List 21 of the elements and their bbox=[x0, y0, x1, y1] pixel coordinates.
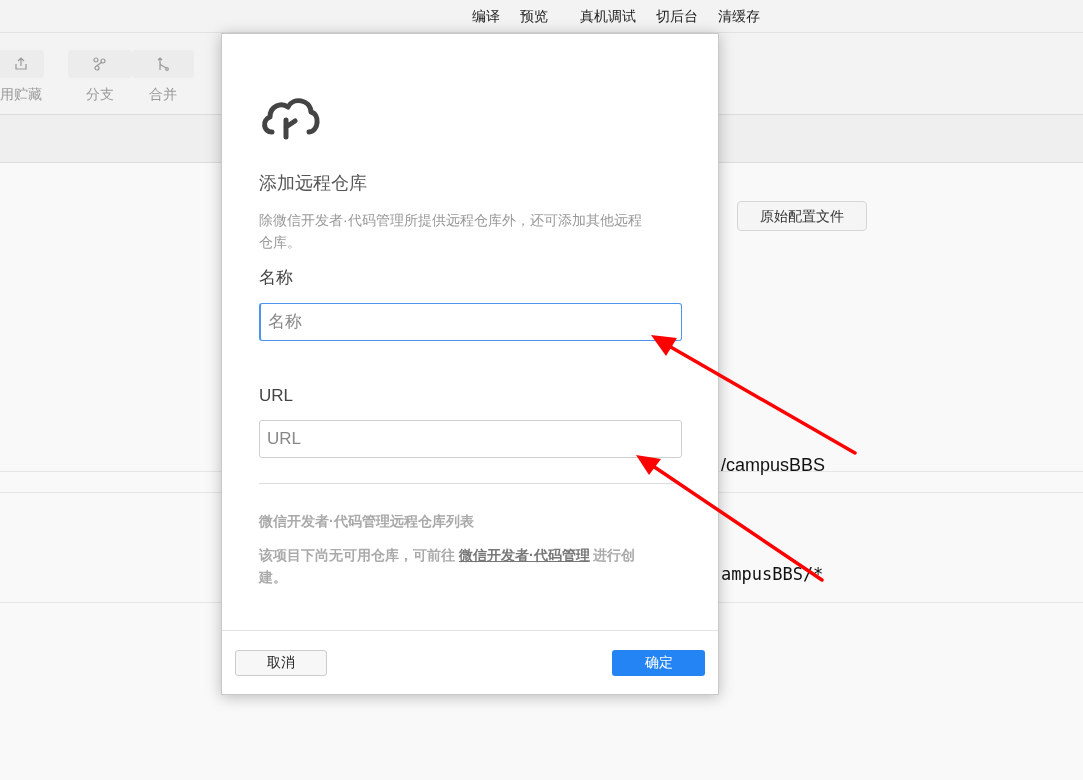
field-label: URL bbox=[259, 384, 294, 407]
input-field[interactable]: URL bbox=[259, 420, 682, 458]
list-title: 微信开发者·代码管理远程仓库列表 bbox=[259, 512, 475, 531]
remote-path-text: /campusBBS bbox=[721, 453, 826, 477]
code-management-link[interactable]: 微信开发者·代码管理 bbox=[458, 547, 590, 563]
toolbar-menu-item[interactable]: 切后台 bbox=[656, 5, 698, 27]
toolbar-menu-item[interactable]: 真机调试 bbox=[580, 5, 636, 27]
field-label: 名称 bbox=[259, 267, 294, 289]
toolbar-menu-item[interactable]: 编译 bbox=[472, 5, 500, 27]
toolbar-menu-item[interactable]: 清缓存 bbox=[718, 5, 760, 27]
branch-icon bbox=[92, 56, 108, 72]
dialog-description: 除微信开发者·代码管理所提供远程仓库外，还可添加其他远程仓库。 bbox=[259, 211, 643, 252]
config-button[interactable]: 原始配置文件 bbox=[737, 201, 867, 231]
input-field[interactable]: 名称 bbox=[259, 302, 682, 341]
empty-message: 该项目下尚无可用仓库，可前往 微信开发者·代码管理 进行创建。 bbox=[259, 546, 637, 587]
cancel-button[interactable]: 取消 bbox=[235, 649, 327, 676]
confirm-button[interactable]: 确定 bbox=[612, 649, 705, 676]
merge-icon bbox=[155, 56, 171, 72]
toolbar-menu-item[interactable]: 预览 bbox=[520, 5, 548, 27]
dialog-title: 添加远程仓库 bbox=[259, 172, 368, 195]
upload-icon bbox=[13, 56, 29, 72]
